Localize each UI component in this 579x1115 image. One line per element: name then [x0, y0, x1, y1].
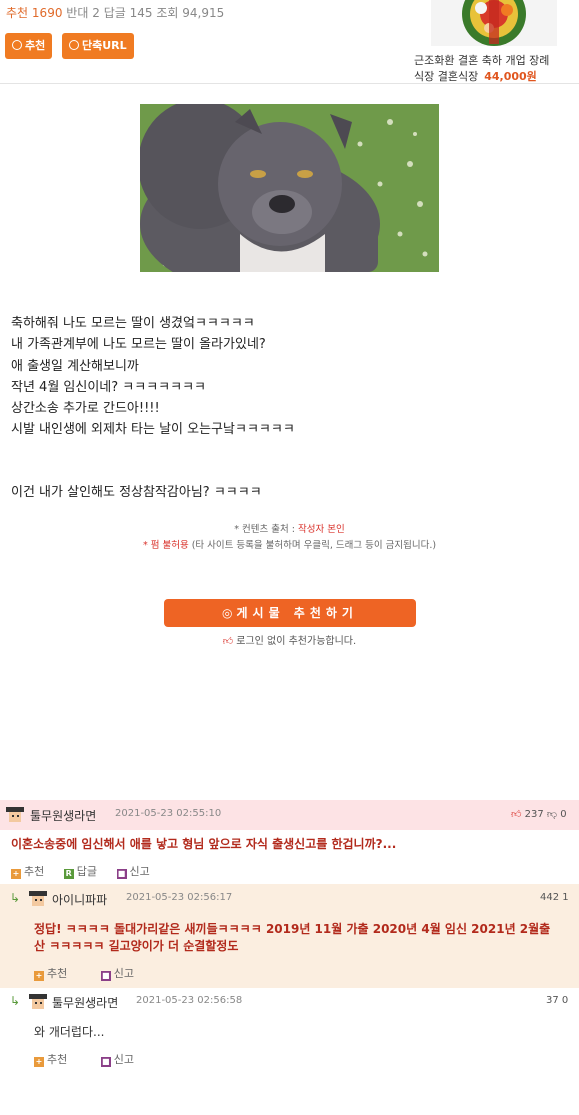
plus-icon: +: [34, 971, 44, 981]
avatar: [6, 807, 24, 823]
action-label: 답글: [76, 865, 97, 878]
reply-arrow-icon: ↳: [10, 891, 21, 905]
comment-up-count: 37: [546, 995, 559, 1006]
report-icon: ■: [116, 869, 127, 879]
comment-text: 와 개더럽다...: [34, 1025, 105, 1039]
comment-recommend-button[interactable]: + 추천: [34, 965, 67, 981]
report-icon: ■: [100, 1057, 111, 1067]
opp-label: 반대: [66, 6, 89, 20]
circle-icon: [69, 40, 79, 50]
circle-icon: [12, 40, 22, 50]
post-body: 축하해줘 나도 모르는 딸이 생겼엌ㅋㅋㅋㅋㅋ 내 가족관계부에 나도 모르는 …: [11, 313, 571, 441]
short-url-button[interactable]: 단축URL: [62, 33, 134, 59]
thumbs-down-icon: 👎︎: [546, 809, 558, 820]
action-label: 신고: [129, 865, 150, 878]
no-copy-label: * 펌 불허용: [142, 540, 189, 551]
comment-recommend-button[interactable]: + 추천: [34, 1051, 67, 1067]
comment-actions: + 추천 R 답글 ■ 신고: [11, 863, 166, 879]
source-value: 작성자 본인: [298, 524, 345, 535]
comment-up-count: 237: [524, 809, 544, 820]
ad-text-line1[interactable]: 근조화환 결혼 축하 개업 장례: [414, 52, 549, 68]
comment-author[interactable]: 아이니파파: [52, 891, 107, 908]
opp-count: 2: [92, 6, 100, 20]
recommend-note: 👍︎ 로그인 없이 추천가능합니다.: [0, 632, 579, 647]
reply-comment: ↳ 아이니파파 2021-05-23 02:56:17 442 1 정답! ㅋㅋ…: [0, 884, 579, 988]
comment-down-count: 1: [562, 892, 569, 903]
post-line: 작년 4월 임신이네? ㅋㅋㅋㅋㅋㅋㅋ: [11, 379, 207, 395]
dog-photo: [140, 104, 439, 272]
action-label: 추천: [47, 967, 68, 980]
comment-up-count: 442: [540, 892, 560, 903]
reply-count: 145: [129, 6, 153, 20]
thumbs-up-icon: 👍︎: [511, 809, 522, 820]
view-count: 94,915: [182, 6, 225, 20]
recommend-post-button[interactable]: ◎ 게시물 추천하기: [164, 599, 416, 627]
action-label: 추천: [24, 865, 45, 878]
recommend-small-button[interactable]: 추천: [5, 33, 53, 59]
ad-price: 44,000원: [484, 70, 537, 83]
thumbs-up-icon: 👍︎: [222, 636, 234, 647]
rec-label: 추천: [6, 6, 29, 20]
post-stats: 추천 1690 반대 2 답글 145 조회 94,915: [6, 4, 224, 21]
plus-icon: +: [34, 1057, 44, 1067]
reply-label: 답글: [103, 6, 126, 20]
short-url-label: 단축URL: [82, 39, 127, 52]
view-label: 조회: [156, 6, 179, 20]
ad-text-line2[interactable]: 식장 결혼식장 44,000원: [414, 68, 537, 84]
source-prefix: * 컨텐츠 출처 :: [234, 524, 298, 535]
avatar: [29, 891, 47, 907]
avatar: [29, 994, 47, 1010]
comment-down-count: 0: [560, 809, 567, 820]
action-label: 추천: [47, 1053, 68, 1066]
no-copy-detail: (타 사이트 등록을 불허하며 우클릭, 드래그 등이 금지됩니다.): [188, 540, 437, 551]
comment-reply-button[interactable]: R 답글: [63, 863, 97, 879]
copy-notice: * 펌 불허용 (타 사이트 등록을 불허하며 우클릭, 드래그 등이 금지됩니…: [0, 537, 579, 551]
comment-author[interactable]: 툴무원생라면: [52, 994, 118, 1011]
reply-comment: ↳ 툴무원생라면 2021-05-23 02:56:58 37 0 와 개더럽다…: [0, 988, 579, 1068]
recommend-note-text: 로그인 없이 추천가능합니다.: [236, 636, 357, 647]
comment-date: 2021-05-23 02:55:10: [115, 808, 222, 819]
flower-wreath-image[interactable]: [431, 0, 557, 46]
comment-down-count: 0: [561, 995, 569, 1006]
post-line: 상간소송 추가로 간드아!!!!: [11, 401, 160, 417]
comment-date: 2021-05-23 02:56:17: [126, 892, 233, 903]
comment-votes[interactable]: 👍︎ 237 👎︎ 0: [511, 808, 567, 820]
post-header: 추천 1690 반대 2 답글 145 조회 94,915 추천 단축URL 근…: [0, 0, 579, 84]
report-icon: ■: [100, 971, 111, 981]
recommend-post-label: 게시물 추천하기: [236, 606, 358, 620]
comment-report-button[interactable]: ■ 신고: [100, 965, 134, 981]
recommend-small-label: 추천: [25, 39, 46, 52]
comment-votes[interactable]: 37 0: [546, 995, 568, 1006]
circle-icon: ◎: [222, 606, 233, 620]
comment-header: 툴무원생라면 2021-05-23 02:55:10 👍︎ 237 👎︎ 0: [0, 800, 579, 830]
comment-date: 2021-05-23 02:56:58: [136, 995, 243, 1006]
comment-actions: + 추천 ■ 신고: [34, 1051, 150, 1067]
action-label: 신고: [113, 1053, 134, 1066]
ad-text-venue: 식장 결혼식장: [414, 70, 479, 83]
comment-recommend-button[interactable]: + 추천: [11, 863, 44, 879]
comment-author[interactable]: 툴무원생라면: [30, 807, 96, 824]
comment-text: 이혼소송중에 임신해서 애를 낳고 형님 앞으로 자식 출생신고를 한겁니까?.…: [11, 837, 397, 851]
comment-report-button[interactable]: ■ 신고: [116, 863, 150, 879]
post-line: 내 가족관계부에 나도 모르는 딸이 올라가있네?: [11, 337, 266, 353]
plus-icon: +: [11, 869, 21, 879]
rec-count: 1690: [31, 6, 63, 20]
reply-icon: R: [63, 869, 74, 879]
post-line: 애 출생일 계산해보니까: [11, 358, 139, 374]
flower-ad[interactable]: 근조화환 결혼 축하 개업 장례 식장 결혼식장 44,000원: [408, 0, 579, 84]
comment-report-button[interactable]: ■ 신고: [100, 1051, 134, 1067]
comment-actions: + 추천 ■ 신고: [34, 965, 150, 981]
reply-arrow-icon: ↳: [10, 994, 21, 1008]
comment-text: 산 ㅋㅋㅋㅋㅋ 길고양이가 더 순결할정도: [34, 939, 239, 953]
content-source: * 컨텐츠 출처 : 작성자 본인: [0, 521, 579, 535]
post-line: 시발 내인생에 외제차 타는 날이 오는구낰ㅋㅋㅋㅋㅋ: [11, 422, 295, 438]
action-label: 신고: [113, 967, 134, 980]
post-last-line: 이건 내가 살인해도 정상참작감아님? ㅋㅋㅋㅋ: [11, 485, 262, 500]
post-line: 축하해줘 나도 모르는 딸이 생겼엌ㅋㅋㅋㅋㅋ: [11, 316, 255, 331]
comment-votes[interactable]: 442 1: [540, 892, 569, 903]
